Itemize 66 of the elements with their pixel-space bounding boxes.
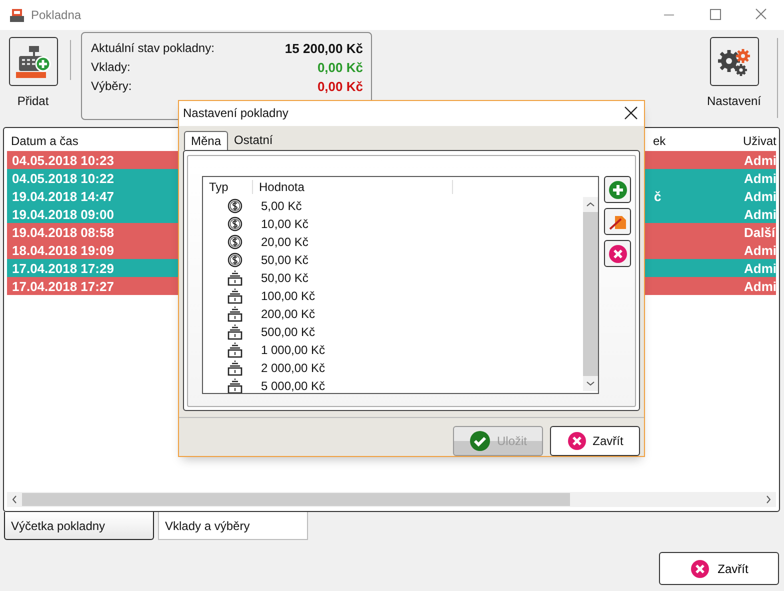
list-item[interactable]: 500,00 Kč [253,325,583,340]
list-item[interactable]: 5,00 Kč [253,199,583,214]
table-cell-text: Admi [743,206,776,222]
column-header: Uživat [742,134,776,148]
table-cell-text: Admi [743,278,776,294]
table-cell-text: č [653,188,662,204]
add-register-button[interactable] [8,37,58,86]
summary-label: Vklady: [91,60,130,74]
edit-button[interactable] [604,208,631,236]
table-cell-text: 17.04.2018 17:29 [11,260,115,276]
table-cell-text: Admi [743,188,776,204]
table-cell-text: 19.04.2018 09:00 [11,206,115,222]
list-item[interactable]: 100,00 Kč [253,289,583,304]
vertical-scrollbar[interactable] [583,197,598,392]
list-item[interactable]: 10,00 Kč [253,217,583,232]
list-item[interactable]: 20,00 Kč [253,235,583,250]
column-header: ek [652,134,667,148]
settings-button[interactable] [710,37,758,86]
table-cell-text: Admi [743,242,776,258]
table-cell-text: Další [743,224,776,240]
list-item[interactable]: 2 000,00 Kč [253,361,583,376]
close-button[interactable]: Zavřít [550,426,640,456]
close-icon [624,106,638,120]
list-item[interactable]: 1 000,00 Kč [253,343,583,358]
list-item[interactable]: 5 000,00 Kč [253,379,583,394]
table-cell-text: Admi [743,152,776,168]
summary-value: 15 200,00 Kč [284,40,363,56]
window-title: Pokladna [31,8,82,22]
scroll-up-icon[interactable] [583,197,598,212]
tab[interactable]: Vklady a výběry [158,512,308,540]
cash-register-icon [9,7,25,23]
close-icon [690,558,710,578]
cash-register-icon [15,44,51,78]
dialog-title: Nastavení pokladny [183,106,288,120]
summary-value: 0,00 Kč [317,60,363,74]
scroll-down-icon[interactable] [583,376,598,392]
horizontal-scrollbar[interactable] [7,492,776,507]
tab[interactable]: Měna [184,130,228,150]
column-header: Datum a čas [10,134,80,148]
delete-button[interactable] [604,240,631,268]
table-cell-text: 04.05.2018 10:23 [11,152,115,168]
delete-icon [608,244,628,264]
add-label: Přidat [17,94,49,108]
list-item[interactable]: 200,00 Kč [253,307,583,322]
table-cell-text: Admi [743,260,776,276]
close-button[interactable]: Zavřít [659,552,779,585]
summary-label: Výběry: [91,79,132,93]
add-button[interactable] [604,176,631,204]
settings-label: Nastavení [706,94,762,108]
table-cell-text: 19.04.2018 08:58 [11,224,115,240]
table-cell-text: Admi [743,170,776,186]
table-cell-text: 18.04.2018 19:09 [11,242,115,258]
column-header: Typ [203,180,253,194]
tab[interactable]: Ostatní [228,130,279,150]
tab[interactable]: Výčetka pokladny [4,512,154,540]
summary-label: Aktuální stav pokladny: [91,41,214,55]
check-icon [468,430,491,452]
list-item[interactable]: 50,00 Kč [253,253,583,268]
table-cell-text: 04.05.2018 10:22 [11,170,115,186]
summary-value: 0,00 Kč [317,78,363,94]
column-header: Hodnota [253,180,453,194]
plus-icon [608,180,628,200]
close-icon [566,431,587,451]
list-item[interactable]: 50,00 Kč [253,271,583,286]
table-cell-text: 19.04.2018 14:47 [11,188,115,204]
table-cell-text: 17.04.2018 17:27 [11,278,115,294]
